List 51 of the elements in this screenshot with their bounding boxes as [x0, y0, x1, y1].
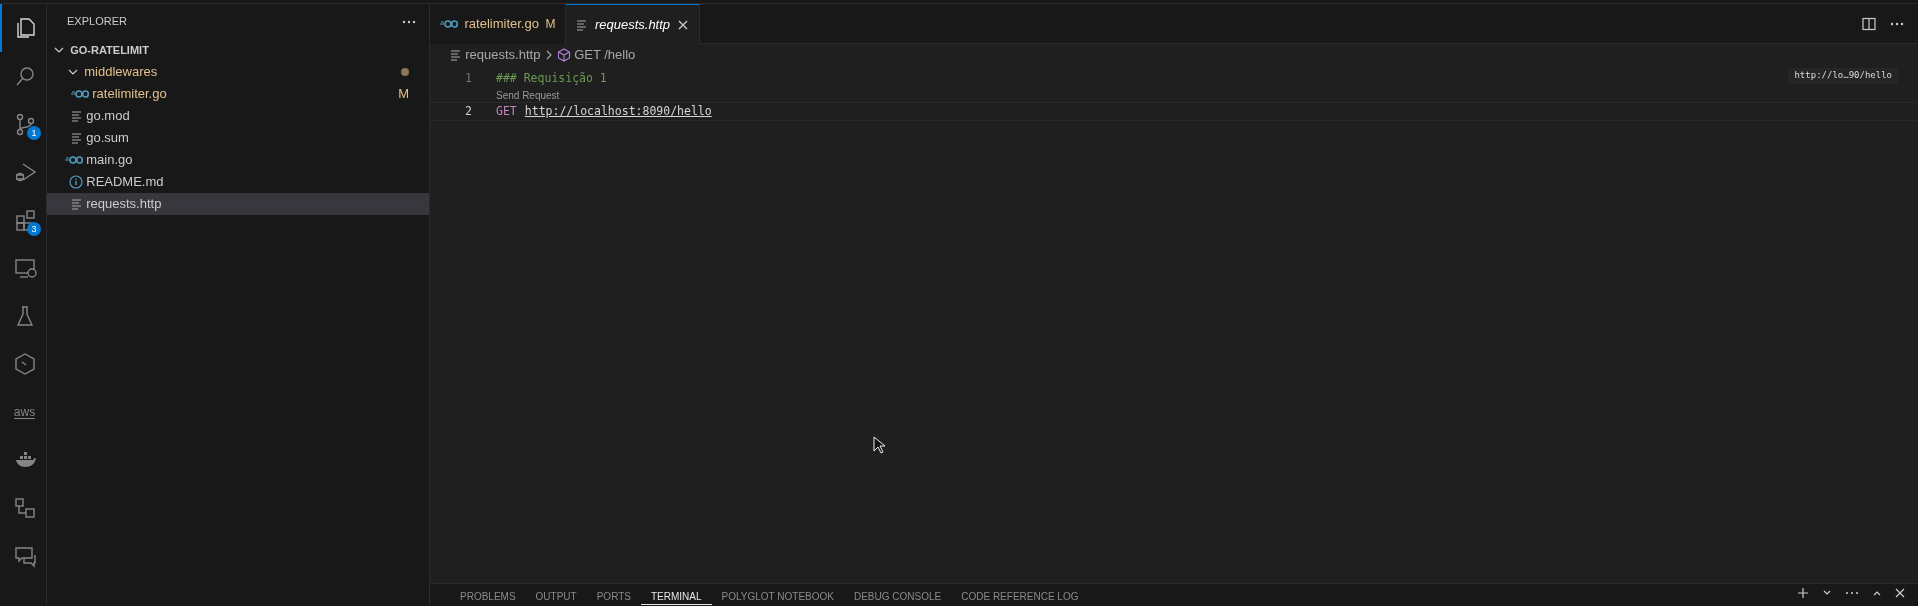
info-icon [69, 175, 83, 189]
panel-tab[interactable]: PORTS [586, 584, 641, 604]
file-row[interactable]: README.md [47, 171, 429, 193]
count-badge: 3 [27, 222, 41, 236]
file-type-icon [65, 154, 83, 166]
lines-icon [576, 18, 589, 31]
lines-icon [71, 132, 83, 144]
file-type-icon [71, 88, 89, 100]
line-number: 2 [464, 103, 473, 121]
panel-tab[interactable]: POLYGLOT NOTEBOOK [711, 584, 844, 604]
close-icon[interactable] [1895, 588, 1905, 599]
aws-logo[interactable]: aws [13, 405, 36, 419]
file-row[interactable]: ratelimiter.go M [47, 83, 429, 105]
project-folder-row[interactable]: GO-RATELIMIT [47, 39, 429, 61]
file-type-icon [440, 18, 458, 30]
pointer-icon [873, 436, 885, 454]
folder-row[interactable]: middlewares [47, 61, 429, 83]
line-number: 1 [464, 70, 473, 88]
close-icon[interactable] [676, 18, 689, 31]
panel-title: EXPLORER [67, 14, 127, 30]
link-tooltip: http://lo…90/hello [1788, 68, 1898, 84]
file-row[interactable]: go.mod [47, 105, 429, 127]
panel-tab[interactable]: CODE REFERENCE LOG [951, 584, 1089, 604]
cube-icon [556, 48, 571, 62]
flowchart-icon[interactable] [12, 496, 37, 520]
plus-icon[interactable] [1797, 587, 1809, 600]
breadcrumb-item[interactable]: GET /hello [556, 45, 636, 65]
breadcrumb-item[interactable]: requests.http [450, 45, 541, 65]
editor-tab[interactable]: requests.http [566, 4, 700, 44]
panel-tab[interactable]: TERMINAL [640, 584, 712, 605]
file-row[interactable]: requests.http [47, 193, 429, 215]
panel-tab[interactable]: DEBUG CONSOLE [843, 584, 952, 604]
file-row[interactable]: go.sum [47, 127, 429, 149]
code-line: ### Requisição 1 [496, 70, 607, 88]
panel-tab[interactable]: PROBLEMS [450, 584, 526, 604]
tab-label: requests.http [594, 15, 671, 34]
count-badge: 1 [27, 126, 41, 140]
lines-icon [71, 110, 83, 122]
hexagon-icon[interactable] [12, 352, 37, 376]
chat-icon[interactable] [12, 544, 37, 568]
file-row[interactable]: main.go [47, 149, 429, 171]
split-editor-icon[interactable] [1862, 16, 1876, 31]
code-line: GET http://localhost:8090/hello [496, 103, 712, 121]
tab-label: ratelimiter.go [464, 15, 539, 34]
lines-icon [450, 49, 462, 61]
monitor-icon[interactable] [12, 256, 37, 280]
editor-tab[interactable]: ratelimiter.go M [430, 4, 567, 44]
codelens-link[interactable]: Send Request [496, 90, 560, 102]
lines-icon [71, 198, 83, 210]
modified-dot [401, 68, 409, 76]
panel-tab[interactable]: OUTPUT [525, 584, 587, 604]
